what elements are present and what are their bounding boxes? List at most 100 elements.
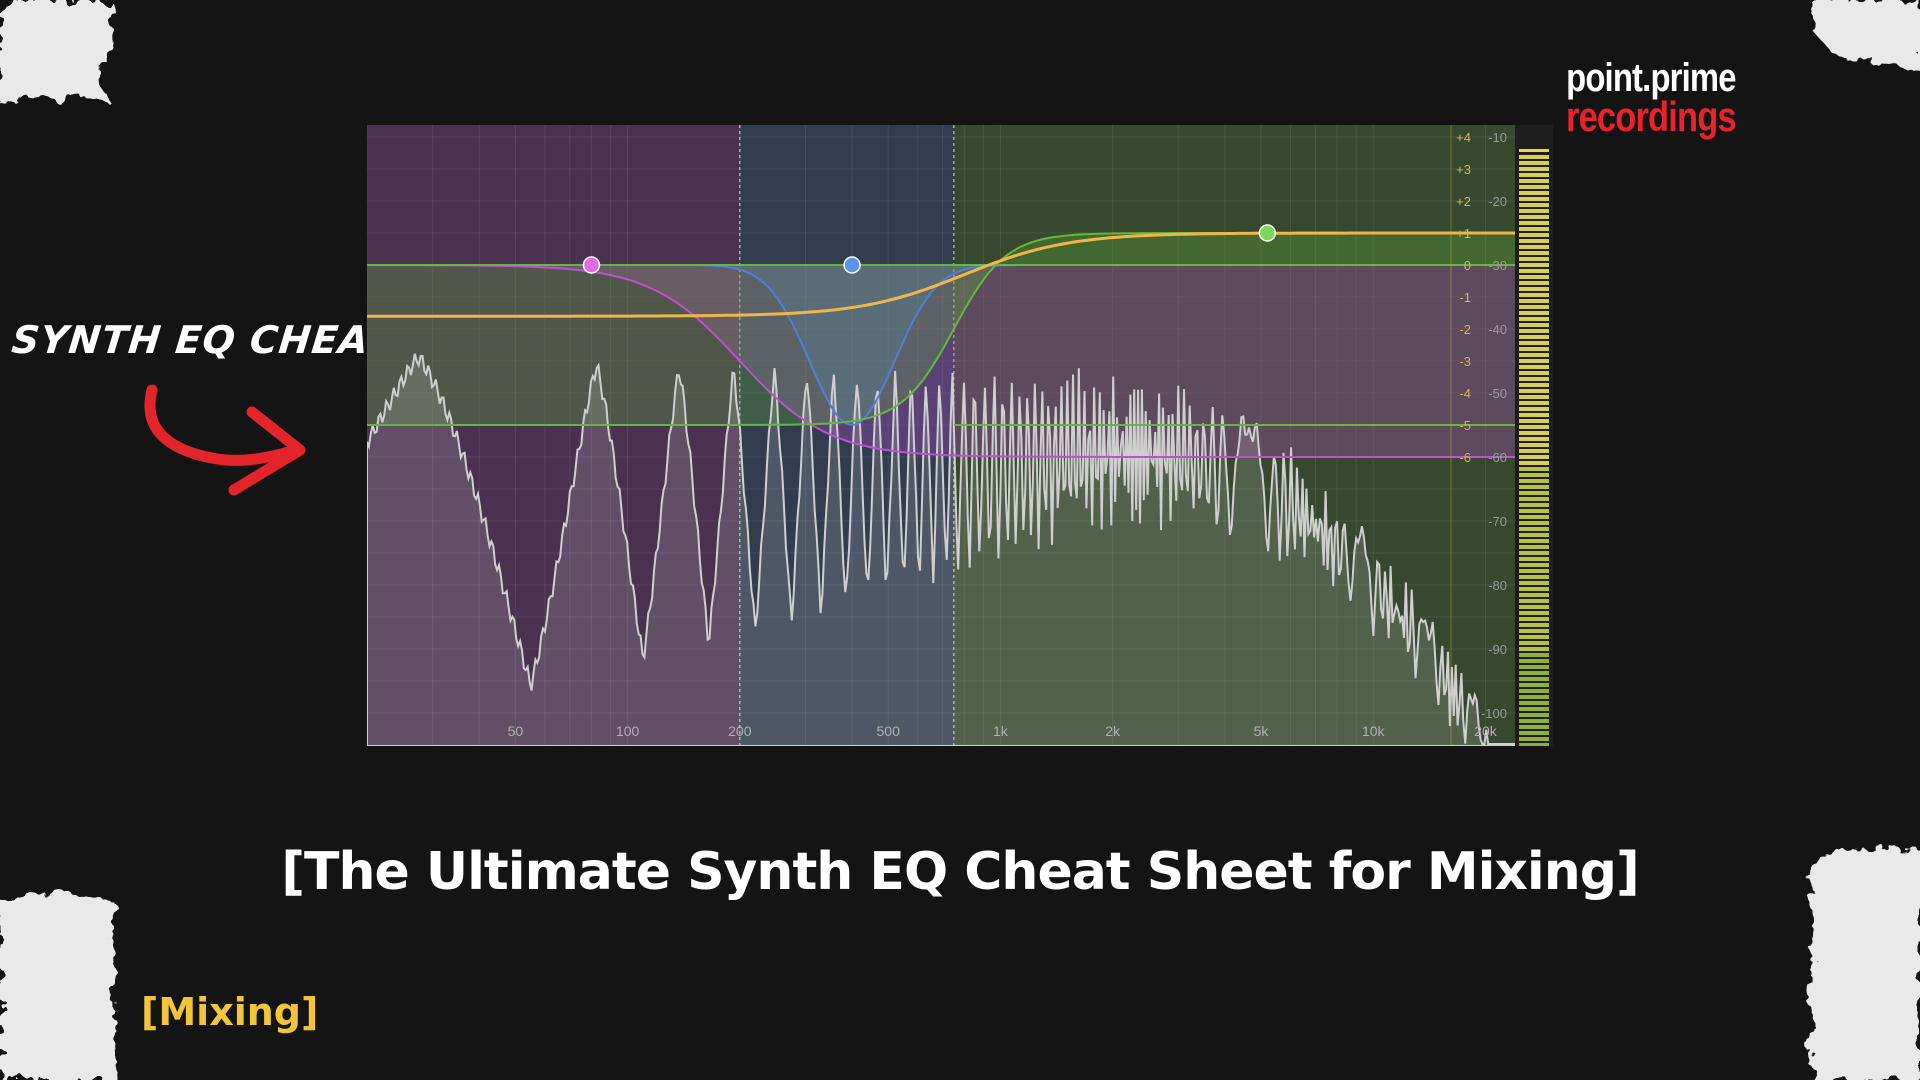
gain-label: -2 (1459, 322, 1471, 337)
meter-segment (1519, 221, 1549, 225)
mid-bell-node (843, 256, 861, 274)
meter-segment (1519, 167, 1549, 171)
level-label: -10 (1488, 130, 1507, 145)
logo-line-1: point.prime (1566, 56, 1736, 100)
level-label: -100 (1481, 706, 1507, 721)
meter-segment (1519, 647, 1549, 651)
gain-label: +3 (1456, 162, 1471, 177)
gain-label: +4 (1456, 130, 1471, 145)
meter-segment (1519, 491, 1549, 495)
meter-segment (1519, 473, 1549, 477)
meter-segment (1519, 323, 1549, 327)
gain-label: -6 (1459, 450, 1471, 465)
meter-segment (1519, 413, 1549, 417)
meter-segment (1519, 509, 1549, 513)
meter-segment (1519, 173, 1549, 177)
level-label: -20 (1488, 194, 1507, 209)
meter-segment (1519, 449, 1549, 453)
meter-segment (1519, 203, 1549, 207)
category-tag[interactable]: [Mixing] (141, 990, 318, 1034)
meter-segment (1519, 551, 1549, 555)
meter-segment (1519, 437, 1549, 441)
meter-segment (1519, 641, 1549, 645)
meter-segment (1519, 581, 1549, 585)
meter-segment (1519, 611, 1549, 615)
meter-segment (1519, 653, 1549, 657)
page-title: [The Ultimate Synth EQ Cheat Sheet for M… (281, 842, 1640, 902)
meter-segment (1519, 545, 1549, 549)
meter-segment (1519, 239, 1549, 243)
callout-label: SYNTH EQ CHEAT (9, 318, 395, 362)
meter-segment (1519, 263, 1549, 267)
meter-segment (1519, 569, 1549, 573)
logo-line-2: recordings (1566, 93, 1737, 140)
meter-segment (1519, 515, 1549, 519)
gain-label: -5 (1459, 418, 1471, 433)
meter-segment (1519, 389, 1549, 393)
meter-segment (1519, 443, 1549, 447)
level-label: -60 (1488, 450, 1507, 465)
meter-segment (1519, 527, 1549, 531)
meter-segment (1519, 563, 1549, 567)
meter-segment (1519, 179, 1549, 183)
meter-segment (1519, 233, 1549, 237)
meter-segment (1519, 293, 1549, 297)
freq-label: 50 (508, 723, 524, 739)
meter-segment (1519, 161, 1549, 165)
meter-segment (1519, 209, 1549, 213)
meter-segment (1519, 575, 1549, 579)
level-meter (1515, 125, 1553, 746)
meter-segment (1519, 251, 1549, 255)
meter-segment (1519, 347, 1549, 351)
meter-segment (1519, 185, 1549, 189)
gain-label: 0 (1464, 258, 1471, 273)
meter-segment (1519, 461, 1549, 465)
meter-segment (1519, 425, 1549, 429)
meter-segment (1519, 521, 1549, 525)
meter-segment (1519, 659, 1549, 663)
freq-label: 20k (1474, 723, 1498, 739)
freq-label: 200 (728, 723, 752, 739)
meter-segment (1519, 299, 1549, 303)
meter-segment (1519, 269, 1549, 273)
meter-segment (1519, 701, 1549, 705)
meter-segment (1519, 587, 1549, 591)
freq-label: 2k (1105, 723, 1121, 739)
meter-segment (1519, 335, 1549, 339)
high-shelf-node (1258, 224, 1277, 242)
meter-segment (1519, 455, 1549, 459)
meter-segment (1519, 305, 1549, 309)
freq-label: 500 (877, 723, 901, 739)
gain-label: -4 (1459, 386, 1471, 401)
level-label: -40 (1488, 322, 1507, 337)
meter-segment (1519, 593, 1549, 597)
meter-segment (1519, 677, 1549, 681)
level-label: -90 (1488, 642, 1507, 657)
meter-segment (1519, 737, 1549, 741)
meter-segment (1519, 365, 1549, 369)
brand-logo: point.prime recordings (1566, 58, 1773, 138)
meter-segment (1519, 155, 1549, 159)
meter-segment (1519, 599, 1549, 603)
meter-segment (1519, 407, 1549, 411)
level-label: -50 (1488, 386, 1507, 401)
meter-segment (1519, 713, 1549, 717)
meter-segment (1519, 467, 1549, 471)
meter-segment (1519, 695, 1549, 699)
level-label: -80 (1488, 578, 1507, 593)
meter-segment (1519, 419, 1549, 423)
meter-segment (1519, 629, 1549, 633)
meter-segment (1519, 635, 1549, 639)
gain-label: +2 (1456, 194, 1471, 209)
red-arrow-icon (144, 384, 306, 496)
meter-segment (1519, 287, 1549, 291)
meter-segment (1519, 617, 1549, 621)
meter-segment (1519, 329, 1549, 333)
gain-label: -3 (1459, 354, 1471, 369)
meter-segment (1519, 725, 1549, 729)
meter-segment (1519, 623, 1549, 627)
freq-label: 5k (1254, 723, 1270, 739)
meter-segment (1519, 743, 1549, 746)
meter-segment (1519, 503, 1549, 507)
level-label: -70 (1488, 514, 1507, 529)
